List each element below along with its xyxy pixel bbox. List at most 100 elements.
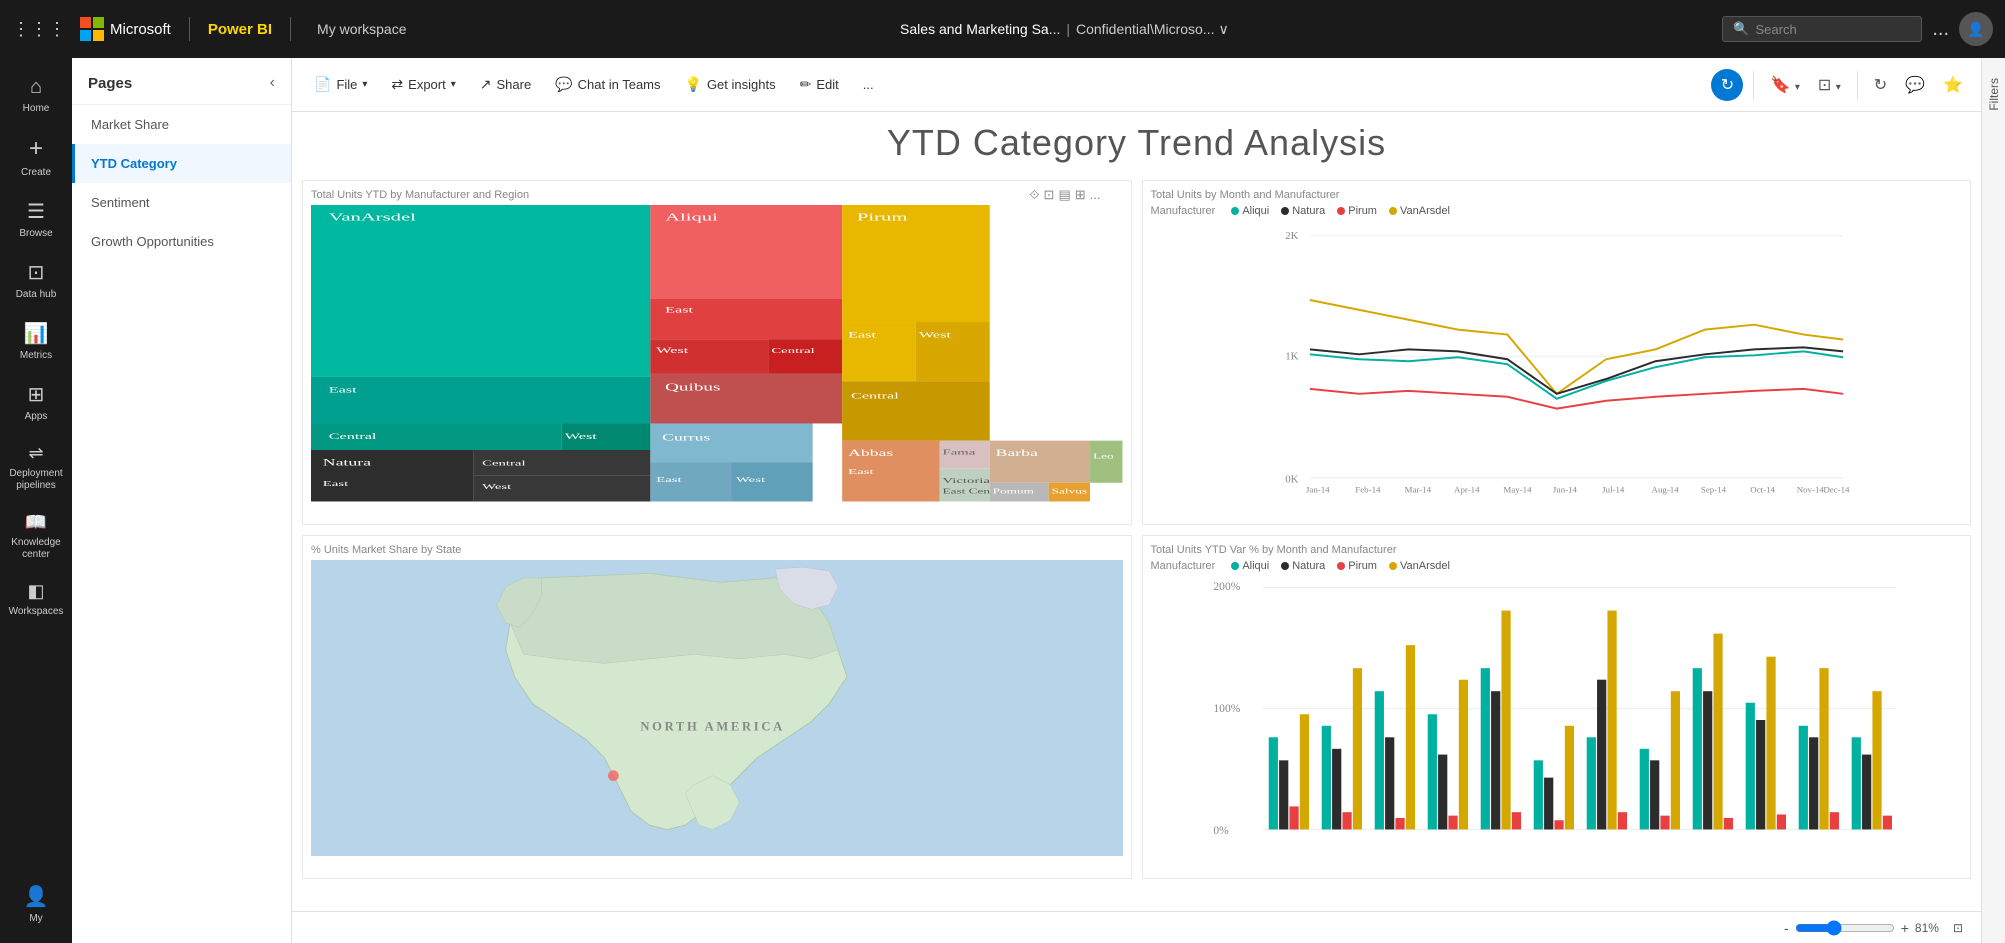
sensitivity-label[interactable]: Confidential\Microso... ∨: [1076, 21, 1229, 38]
page-item-sentiment[interactable]: Sentiment: [72, 183, 291, 222]
bar-nov-aliqui[interactable]: [1798, 725, 1807, 829]
chart1-icon-pin[interactable]: ⟐: [1029, 187, 1039, 203]
bar-mar-natura[interactable]: [1385, 737, 1394, 829]
sidebar-item-my[interactable]: 👤 My: [4, 876, 68, 933]
sidebar-item-knowledge-center[interactable]: 📖 Knowledge center: [4, 504, 68, 569]
bar-mar-pirum[interactable]: [1395, 817, 1404, 829]
sidebar-item-create[interactable]: + Create: [4, 127, 68, 187]
bar-jan-natura[interactable]: [1279, 760, 1288, 829]
bar-apr-pirum[interactable]: [1448, 815, 1457, 829]
bar-jun-aliqui[interactable]: [1533, 760, 1542, 829]
filters-panel[interactable]: Filters: [1981, 58, 2005, 943]
sidebar-item-apps[interactable]: ⊞ Apps: [4, 374, 68, 431]
page-item-market-share[interactable]: Market Share: [72, 105, 291, 144]
search-input[interactable]: [1756, 22, 1896, 37]
bar-jul-aliqui[interactable]: [1586, 737, 1595, 829]
bar-nov-pirum[interactable]: [1829, 812, 1838, 829]
get-insights-button[interactable]: 💡 Get insights: [675, 70, 786, 99]
bar-feb-natura[interactable]: [1332, 748, 1341, 829]
reload-button[interactable]: ↻: [1868, 71, 1893, 99]
view-button[interactable]: ⊡ ▾: [1812, 71, 1847, 99]
pages-collapse-button[interactable]: ‹: [270, 74, 275, 92]
chart1-icon-filter[interactable]: ▤: [1058, 187, 1070, 203]
avatar[interactable]: 👤: [1959, 12, 1993, 46]
page-item-ytd-category[interactable]: YTD Category: [72, 144, 291, 183]
comment-button[interactable]: 💬: [1899, 71, 1931, 99]
bar-oct-aliqui[interactable]: [1745, 702, 1754, 829]
treemap-leo[interactable]: [1090, 441, 1122, 483]
edit-button[interactable]: ✏ Edit: [790, 70, 849, 99]
bar-sep-vanarsdel[interactable]: [1713, 633, 1722, 829]
search-box[interactable]: 🔍: [1722, 16, 1922, 42]
bar-mar-vanarsdel[interactable]: [1405, 645, 1414, 829]
bar-jul-pirum[interactable]: [1617, 812, 1626, 829]
bookmark-button[interactable]: 🔖 ▾: [1764, 71, 1805, 99]
sidebar-item-home[interactable]: ⌂ Home: [4, 68, 68, 123]
sidebar-item-browse[interactable]: ☰ Browse: [4, 191, 68, 248]
treemap-barba[interactable]: [990, 441, 1090, 483]
bar-feb-aliqui[interactable]: [1321, 725, 1330, 829]
bar-aug-natura[interactable]: [1650, 760, 1659, 829]
bar-oct-pirum[interactable]: [1776, 814, 1785, 829]
bar-apr-natura[interactable]: [1438, 754, 1447, 829]
workspace-label[interactable]: My workspace: [317, 21, 406, 37]
treemap-victoria[interactable]: [940, 469, 990, 502]
filters-label[interactable]: Filters: [1987, 78, 2001, 111]
zoom-in-button[interactable]: +: [1901, 920, 1909, 936]
bar-nov-natura[interactable]: [1809, 737, 1818, 829]
bar-mar-aliqui[interactable]: [1374, 691, 1383, 829]
bar-nov-vanarsdel[interactable]: [1819, 668, 1828, 829]
bar-dec-vanarsdel[interactable]: [1872, 691, 1881, 829]
bar-jan-vanarsdel[interactable]: [1299, 714, 1308, 829]
bar-jul-natura[interactable]: [1597, 679, 1606, 829]
bar-may-aliqui[interactable]: [1480, 668, 1489, 829]
bar-aug-vanarsdel[interactable]: [1670, 691, 1679, 829]
file-button[interactable]: 📄 File ▾: [304, 70, 377, 99]
sidebar-item-data-hub[interactable]: ⊡ Data hub: [4, 252, 68, 309]
chart1-icon-more[interactable]: ...: [1090, 187, 1101, 203]
grid-icon[interactable]: ⋮⋮⋮: [12, 19, 66, 40]
bar-jul-vanarsdel[interactable]: [1607, 610, 1616, 829]
bar-apr-vanarsdel[interactable]: [1458, 679, 1467, 829]
topbar-more-button[interactable]: ...: [1932, 18, 1949, 41]
bar-sep-natura[interactable]: [1703, 691, 1712, 829]
bar-may-vanarsdel[interactable]: [1501, 610, 1510, 829]
treemap-aliqui-central[interactable]: [768, 339, 842, 373]
treemap-quibus[interactable]: [650, 374, 842, 424]
bar-sep-pirum[interactable]: [1723, 817, 1732, 829]
map-marker-south[interactable]: [608, 770, 619, 781]
chat-in-teams-button[interactable]: 💬 Chat in Teams: [545, 70, 670, 99]
treemap-vanarsdel-east[interactable]: [311, 377, 650, 424]
bar-dec-natura[interactable]: [1862, 754, 1871, 829]
fit-page-button[interactable]: ⊡: [1947, 919, 1969, 937]
chart1-icon-copy[interactable]: ⊡: [1044, 187, 1055, 203]
bar-jan-aliqui[interactable]: [1268, 737, 1277, 829]
sidebar-item-workspaces[interactable]: ◧ Workspaces: [4, 573, 68, 626]
bar-aug-pirum[interactable]: [1660, 815, 1669, 829]
sidebar-item-metrics[interactable]: 📊 Metrics: [4, 313, 68, 370]
treemap-vanarsdel[interactable]: [311, 205, 650, 377]
bar-jan-pirum[interactable]: [1289, 806, 1298, 829]
bar-apr-aliqui[interactable]: [1427, 714, 1436, 829]
bar-may-pirum[interactable]: [1511, 812, 1520, 829]
zoom-out-button[interactable]: -: [1784, 920, 1789, 936]
bar-jun-vanarsdel[interactable]: [1564, 725, 1573, 829]
bar-sep-aliqui[interactable]: [1692, 668, 1701, 829]
share-button[interactable]: ↗ Share: [470, 70, 541, 99]
bar-may-natura[interactable]: [1491, 691, 1500, 829]
bar-oct-natura[interactable]: [1756, 720, 1765, 829]
bar-oct-vanarsdel[interactable]: [1766, 656, 1775, 829]
zoom-slider[interactable]: [1795, 920, 1895, 936]
bar-feb-vanarsdel[interactable]: [1352, 668, 1361, 829]
bar-dec-aliqui[interactable]: [1851, 737, 1860, 829]
more-options-button[interactable]: ...: [853, 71, 884, 98]
bar-aug-aliqui[interactable]: [1639, 748, 1648, 829]
export-button[interactable]: ⇄ Export ▾: [381, 70, 465, 99]
subscribe-button[interactable]: ⭐: [1937, 71, 1969, 99]
chart1-icon-expand[interactable]: ⊞: [1075, 187, 1086, 203]
sidebar-item-deployment-pipelines[interactable]: ⇌ Deployment pipelines: [4, 435, 68, 500]
bar-jun-pirum[interactable]: [1554, 820, 1563, 829]
page-item-growth-opportunities[interactable]: Growth Opportunities: [72, 222, 291, 261]
bar-jun-natura[interactable]: [1544, 777, 1553, 829]
bar-feb-pirum[interactable]: [1342, 812, 1351, 829]
